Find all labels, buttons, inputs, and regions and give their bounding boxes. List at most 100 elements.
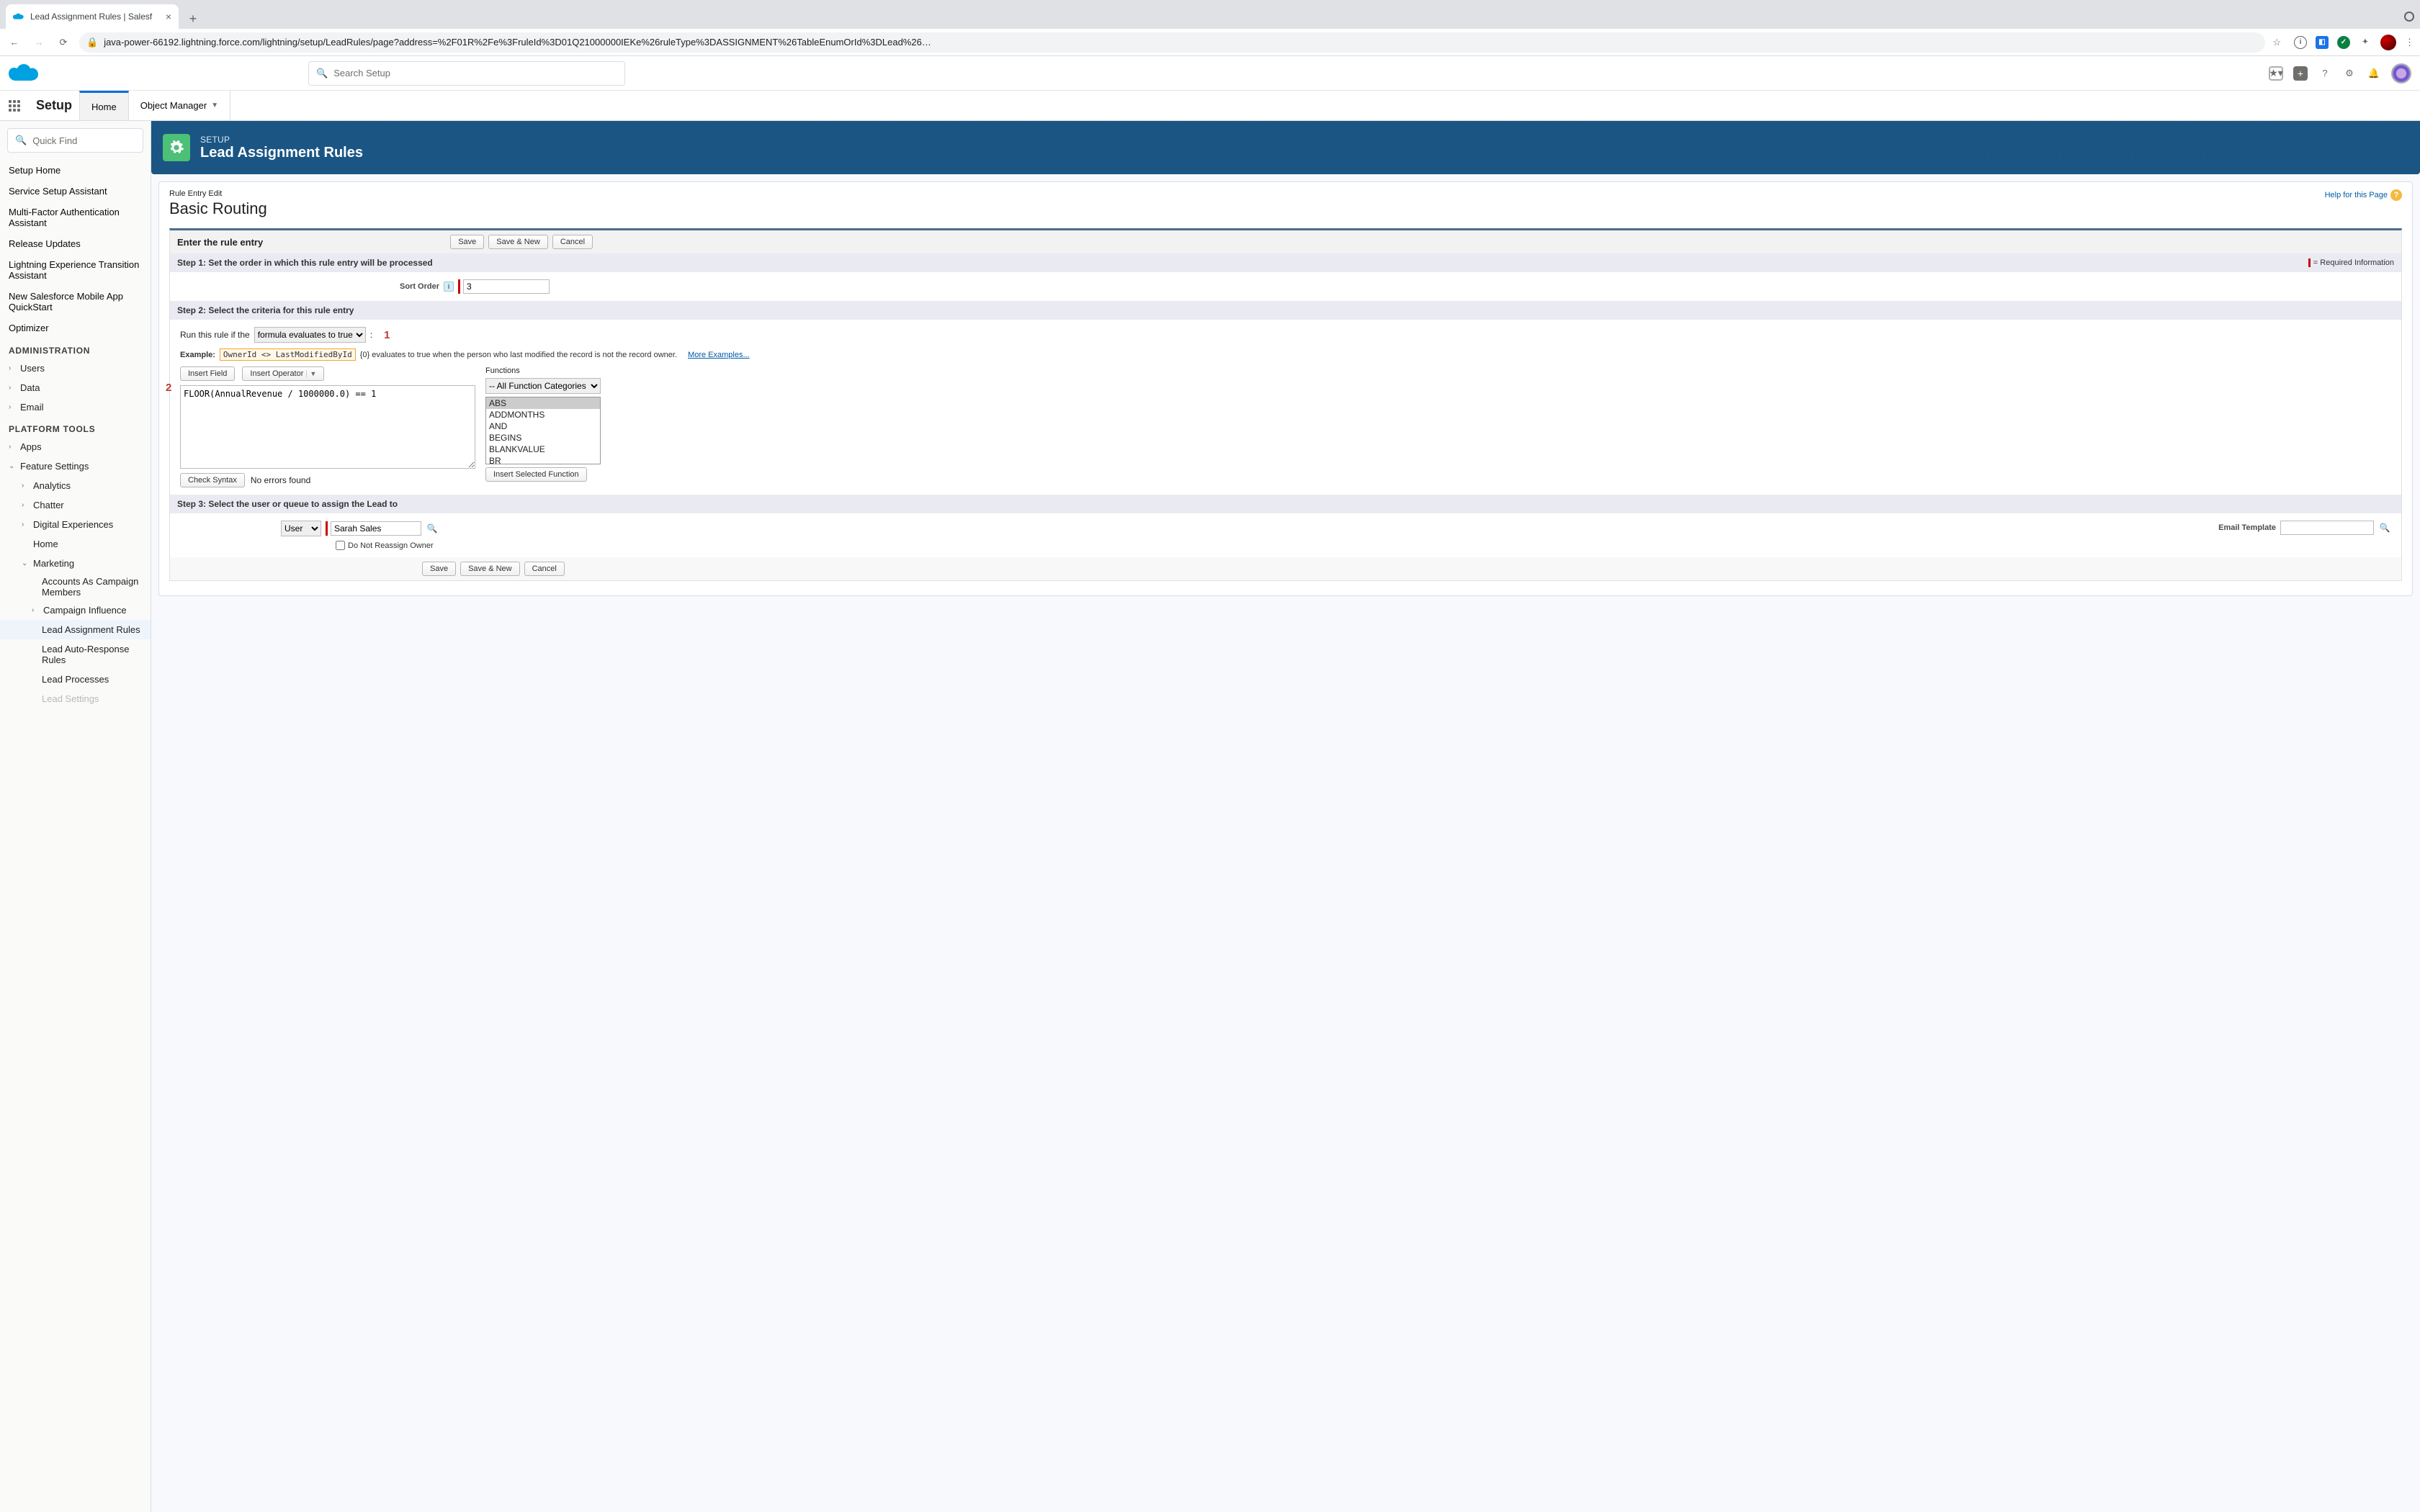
tab-object-manager[interactable]: Object Manager▼ (129, 91, 230, 120)
sidebar-item-marketing[interactable]: ⌄Marketing (0, 554, 151, 573)
chevron-right-icon: › (22, 482, 29, 490)
step-1-header: Step 1: Set the order in which this rule… (170, 253, 2401, 272)
criteria-type-select[interactable]: formula evaluates to true (254, 327, 366, 343)
extension-icon-blue[interactable]: ◧ (2316, 36, 2329, 49)
email-template-input[interactable] (2280, 521, 2374, 535)
sidebar-item-email[interactable]: ›Email (0, 397, 151, 417)
account-indicator[interactable] (2404, 12, 2414, 22)
chevron-right-icon: › (9, 384, 16, 392)
sidebar-item-chatter[interactable]: ›Chatter (0, 495, 151, 515)
sidebar-item[interactable]: Setup Home (0, 160, 151, 181)
check-syntax-button[interactable]: Check Syntax (180, 473, 245, 487)
assign-type-select[interactable]: User (281, 521, 321, 536)
function-item[interactable]: ADDMONTHS (486, 409, 600, 420)
sidebar-item-apps[interactable]: ›Apps (0, 437, 151, 456)
lookup-icon[interactable]: 🔍 (2378, 521, 2391, 534)
tab-home[interactable]: Home (79, 91, 129, 120)
back-button[interactable]: ← (6, 34, 23, 51)
more-examples-link[interactable]: More Examples... (688, 351, 750, 359)
sidebar-item[interactable]: New Salesforce Mobile App QuickStart (0, 286, 151, 318)
profile-avatar[interactable] (2380, 35, 2396, 50)
help-icon[interactable]: ? (2318, 66, 2332, 81)
url-text: java-power-66192.lightning.force.com/lig… (104, 37, 931, 48)
lookup-icon[interactable]: 🔍 (426, 522, 439, 535)
function-item[interactable]: BLANKVALUE (486, 444, 600, 455)
lock-icon: 🔒 (86, 37, 98, 48)
sidebar-item-home[interactable]: Home (0, 534, 151, 554)
chrome-menu-icon[interactable]: ⋮ (2405, 37, 2414, 48)
global-add-button[interactable]: + (2293, 66, 2308, 81)
sidebar-item-accounts-campaign[interactable]: Accounts As Campaign Members (0, 573, 151, 600)
save-new-button[interactable]: Save & New (488, 235, 548, 249)
cancel-button[interactable]: Cancel (552, 235, 593, 249)
function-item[interactable]: ABS (486, 397, 600, 409)
sidebar-item[interactable]: Release Updates (0, 233, 151, 254)
insert-selected-function-button[interactable]: Insert Selected Function (485, 467, 587, 482)
notifications-icon[interactable]: 🔔 (2367, 66, 2381, 81)
insert-field-button[interactable]: Insert Field (180, 366, 235, 381)
callout-1: 1 (384, 329, 390, 341)
rule-title: Basic Routing (169, 199, 267, 218)
global-search[interactable]: 🔍 Search Setup (308, 61, 625, 86)
sidebar-item-data[interactable]: ›Data (0, 378, 151, 397)
sidebar-item-lead-processes[interactable]: Lead Processes (0, 670, 151, 689)
sort-order-input[interactable] (463, 279, 550, 294)
extension-icon-green[interactable]: ✓ (2337, 36, 2350, 49)
insert-operator-button[interactable]: Insert Operator▼ (242, 366, 324, 381)
sidebar-item[interactable]: Multi-Factor Authentication Assistant (0, 202, 151, 233)
example-text: {0} evaluates to true when the person wh… (360, 351, 677, 359)
sidebar-item[interactable]: Lightning Experience Transition Assistan… (0, 254, 151, 286)
formula-textarea[interactable]: FLOOR(AnnualRevenue / 1000000.0) == 1 (180, 385, 475, 469)
sidebar-item[interactable]: Service Setup Assistant (0, 181, 151, 202)
assign-user-input[interactable] (331, 521, 421, 536)
chevron-down-icon: ⌄ (22, 559, 29, 567)
extensions-puzzle-icon[interactable]: ✦ (2359, 36, 2372, 49)
info-icon[interactable]: i (444, 282, 454, 292)
page-header: SETUP Lead Assignment Rules (160, 130, 2411, 166)
function-item[interactable]: AND (486, 420, 600, 432)
sidebar-section-header: PLATFORM TOOLS (0, 417, 151, 437)
functions-label: Functions (485, 366, 601, 375)
browser-tab[interactable]: Lead Assignment Rules | Salesf × (6, 4, 179, 29)
help-link[interactable]: Help for this Page ? (2325, 189, 2402, 201)
star-icon[interactable]: ☆ (2272, 37, 2281, 48)
email-template-label: Email Template (2218, 523, 2276, 532)
save-new-button-bottom[interactable]: Save & New (460, 562, 520, 576)
sidebar-item-analytics[interactable]: ›Analytics (0, 476, 151, 495)
sidebar-item-lead-settings[interactable]: Lead Settings (0, 689, 151, 708)
function-list[interactable]: ABS ADDMONTHS AND BEGINS BLANKVALUE BR (485, 397, 601, 464)
cancel-button-bottom[interactable]: Cancel (524, 562, 565, 576)
reload-button[interactable]: ⟳ (55, 34, 72, 51)
chevron-down-icon: ⌄ (9, 462, 16, 470)
page-title: Lead Assignment Rules (200, 145, 363, 161)
do-not-reassign-checkbox[interactable] (336, 541, 345, 550)
function-item[interactable]: BEGINS (486, 432, 600, 444)
save-button[interactable]: Save (450, 235, 484, 249)
user-avatar[interactable] (2391, 63, 2411, 84)
chevron-down-icon: ▼ (211, 102, 218, 109)
sidebar-item-campaign-influence[interactable]: ›Campaign Influence (0, 600, 151, 620)
setup-label: Setup (29, 91, 79, 120)
info-extension-icon[interactable]: i (2294, 36, 2307, 49)
sidebar-item-lead-auto-response[interactable]: Lead Auto-Response Rules (0, 639, 151, 670)
sidebar-item-digital-experiences[interactable]: ›Digital Experiences (0, 515, 151, 534)
sidebar-item-users[interactable]: ›Users (0, 359, 151, 378)
function-category-select[interactable]: -- All Function Categories -- (485, 378, 601, 394)
sidebar-item-feature-settings[interactable]: ⌄Feature Settings (0, 456, 151, 476)
sidebar-item-lead-assignment-rules[interactable]: Lead Assignment Rules (0, 620, 151, 639)
new-tab-button[interactable]: + (183, 9, 203, 29)
save-button-bottom[interactable]: Save (422, 562, 456, 576)
sidebar-item[interactable]: Optimizer (0, 318, 151, 338)
address-bar[interactable]: 🔒 java-power-66192.lightning.force.com/l… (79, 32, 2265, 53)
close-icon[interactable]: × (166, 11, 171, 22)
app-launcher-icon[interactable] (0, 91, 29, 120)
quick-find-input[interactable]: 🔍 Quick Find (7, 128, 143, 153)
favorites-button[interactable]: ★▾ (2269, 66, 2283, 81)
chevron-right-icon: › (9, 443, 16, 451)
function-item[interactable]: BR (486, 455, 600, 464)
setup-gear-icon[interactable]: ⚙ (2342, 66, 2357, 81)
salesforce-logo[interactable] (9, 63, 40, 84)
help-icon: ? (2390, 189, 2402, 201)
chevron-down-icon: ▼ (306, 370, 316, 377)
chevron-right-icon: › (22, 521, 29, 528)
